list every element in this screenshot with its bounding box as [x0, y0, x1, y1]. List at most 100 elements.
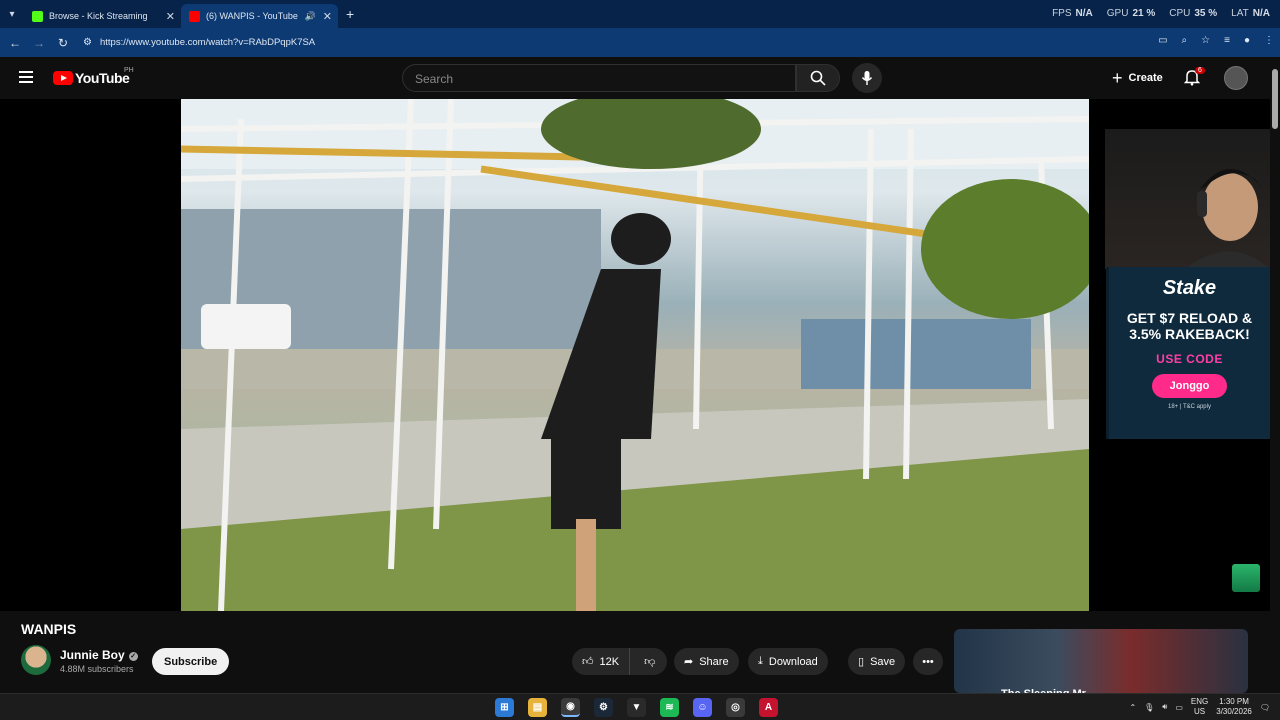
more-icon: •••	[922, 655, 934, 668]
plus-icon: +	[1112, 67, 1123, 88]
obs-icon[interactable]: ◎	[726, 698, 745, 717]
tab-search-button[interactable]: ▾	[0, 0, 24, 28]
address-bar: ← → ↻ ⚙ https://www.youtube.com/watch?v=…	[0, 28, 1280, 57]
system-tray: ⌃ 🎙︎ 🔊︎ ▭ ENG US 1:30 PM 3/30/2026 🗨︎	[1129, 697, 1270, 717]
like-button[interactable]: 👍︎ 12K	[572, 648, 631, 675]
verified-icon: ✓	[128, 652, 138, 661]
tab-close-icon[interactable]: ✕	[323, 10, 332, 23]
browser-tab-kick[interactable]: Browse - Kick Streaming ✕	[24, 4, 181, 28]
microphone-icon	[861, 71, 873, 85]
spotify-icon[interactable]: ≋	[660, 698, 679, 717]
address-bar-actions: ▭ ⌕ ☆ ≡ ● ⋮	[1158, 35, 1274, 46]
tab-title: Browse - Kick Streaming	[49, 11, 148, 21]
browser-tab-youtube[interactable]: (6) WANPIS - YouTube 🔊 ✕	[181, 4, 338, 28]
share-button[interactable]: ➦ Share	[674, 648, 739, 675]
like-count: 12K	[599, 655, 620, 668]
notification-center-icon[interactable]: 🗨︎	[1260, 703, 1270, 712]
download-icon: ⤓	[758, 655, 763, 667]
browser-menu-icon[interactable]: ⋮	[1264, 35, 1274, 46]
youtube-play-icon	[53, 71, 73, 85]
input-language[interactable]: ENG US	[1191, 697, 1208, 717]
zoom-icon[interactable]: ⌕	[1182, 35, 1188, 46]
reading-list-icon[interactable]: ≡	[1224, 35, 1230, 46]
account-avatar[interactable]	[1224, 66, 1248, 90]
new-tab-button[interactable]: +	[346, 6, 354, 22]
tab-audio-icon[interactable]: 🔊	[305, 11, 316, 22]
ad-code-button[interactable]: Jonggo	[1151, 374, 1228, 398]
profile-icon[interactable]: ●	[1244, 35, 1250, 46]
create-button[interactable]: + Create	[1106, 66, 1169, 90]
notification-badge: 6	[1195, 67, 1205, 74]
steam-icon[interactable]: ⚙	[594, 698, 613, 717]
back-icon[interactable]: ←	[3, 36, 27, 50]
bookmark-icon: ▯	[858, 656, 865, 668]
url-field[interactable]: ⚙ https://www.youtube.com/watch?v=RAbDPq…	[83, 37, 315, 48]
voice-search-button[interactable]	[852, 63, 882, 93]
thumbs-up-icon: 👍︎	[582, 656, 594, 668]
forward-icon[interactable]: →	[27, 36, 51, 50]
file-explorer-icon[interactable]: ▤	[528, 698, 547, 717]
site-info-icon[interactable]: ⚙	[83, 37, 92, 48]
thumbs-down-icon: 👎︎	[644, 656, 656, 668]
cast-icon[interactable]: ▭	[1158, 35, 1167, 46]
youtube-header: YouTube PH Search + Create 6	[0, 57, 1270, 99]
share-icon: ➦	[684, 656, 694, 668]
network-icon[interactable]: ▭	[1175, 703, 1183, 712]
dislike-button[interactable]: 👎︎	[636, 655, 663, 668]
ad-headline: GET $7 RELOAD & 3.5% RAKEBACK!	[1126, 310, 1253, 342]
discord-icon[interactable]: ☺	[693, 698, 712, 717]
ad-fine-print: 18+ | T&C apply	[1168, 404, 1211, 410]
windows-taskbar: ⊞ ▤ ◉ ⚙ ▼ ≋ ☺ ◎ A ⌃ 🎙︎ 🔊︎ ▭ ENG US 1:30 P…	[0, 693, 1280, 720]
menu-icon[interactable]	[19, 71, 33, 83]
video-frame[interactable]	[181, 99, 1089, 611]
taskbar-clock[interactable]: 1:30 PM 3/30/2026	[1216, 697, 1252, 717]
microphone-tray-icon[interactable]: 🎙︎	[1144, 703, 1154, 712]
video-player[interactable]: Stake GET $7 RELOAD & 3.5% RAKEBACK! USE…	[0, 99, 1270, 611]
youtube-wordmark: YouTube	[75, 70, 130, 86]
fps-readout: FPS N/A	[1052, 8, 1093, 19]
search-input[interactable]: Search	[402, 64, 796, 92]
subscriber-count: 4.88M subscribers	[60, 664, 134, 674]
tab-close-icon[interactable]: ✕	[166, 10, 175, 23]
cpu-readout: CPU 35 %	[1169, 8, 1218, 19]
download-button[interactable]: ⤓ Download	[748, 648, 828, 675]
search-icon	[810, 70, 826, 86]
volume-icon[interactable]: 🔊︎	[1162, 702, 1167, 712]
save-button[interactable]: ▯ Save	[848, 648, 906, 675]
chrome-icon[interactable]: ◉	[561, 698, 580, 717]
webcam-feed	[1185, 169, 1270, 269]
video-title: WANPIS	[21, 621, 77, 637]
country-code: PH	[124, 67, 134, 74]
channel-name[interactable]: Junnie Boy ✓	[60, 648, 138, 662]
streamer-webcam-overlay	[1105, 129, 1270, 269]
gpu-readout: GPU 21 %	[1106, 8, 1156, 19]
video-details: WANPIS Junnie Boy ✓ 4.88M subscribers Sub…	[0, 611, 1270, 700]
channel-watermark[interactable]	[1232, 564, 1260, 592]
page-scrollbar[interactable]	[1270, 57, 1280, 693]
recommended-thumbnail[interactable]	[954, 629, 1248, 693]
reload-icon[interactable]: ↻	[51, 36, 75, 50]
scrollbar-thumb[interactable]	[1272, 69, 1278, 129]
subscribe-button[interactable]: Subscribe	[152, 648, 230, 675]
bookmark-star-icon[interactable]: ☆	[1201, 35, 1210, 46]
vpn-icon[interactable]: ▼	[627, 698, 646, 717]
stake-ad-banner[interactable]: Stake GET $7 RELOAD & 3.5% RAKEBACK! USE…	[1106, 267, 1270, 439]
lat-readout: LAT N/A	[1231, 8, 1270, 19]
more-actions-button[interactable]: •••	[913, 648, 943, 675]
tab-title: (6) WANPIS - YouTube	[206, 11, 298, 21]
channel-avatar[interactable]	[21, 645, 51, 675]
youtube-favicon-icon	[189, 10, 200, 22]
youtube-logo[interactable]: YouTube PH	[53, 67, 134, 86]
video-scene	[181, 99, 1089, 611]
kick-favicon-icon	[32, 10, 43, 22]
tray-overflow-icon[interactable]: ⌃	[1129, 703, 1136, 712]
ad-code-label: USE CODE	[1156, 352, 1223, 366]
stake-logo: Stake	[1162, 277, 1217, 299]
acrobat-icon[interactable]: A	[759, 698, 778, 717]
taskbar-apps: ⊞ ▤ ◉ ⚙ ▼ ≋ ☺ ◎ A	[495, 698, 778, 717]
windows-start-icon[interactable]: ⊞	[495, 698, 514, 717]
url-text: https://www.youtube.com/watch?v=RAbDPqpK…	[99, 37, 316, 48]
search-button[interactable]	[796, 64, 840, 92]
like-dislike-group: 👍︎ 12K 👎︎	[572, 648, 667, 675]
create-label: Create	[1128, 72, 1163, 84]
